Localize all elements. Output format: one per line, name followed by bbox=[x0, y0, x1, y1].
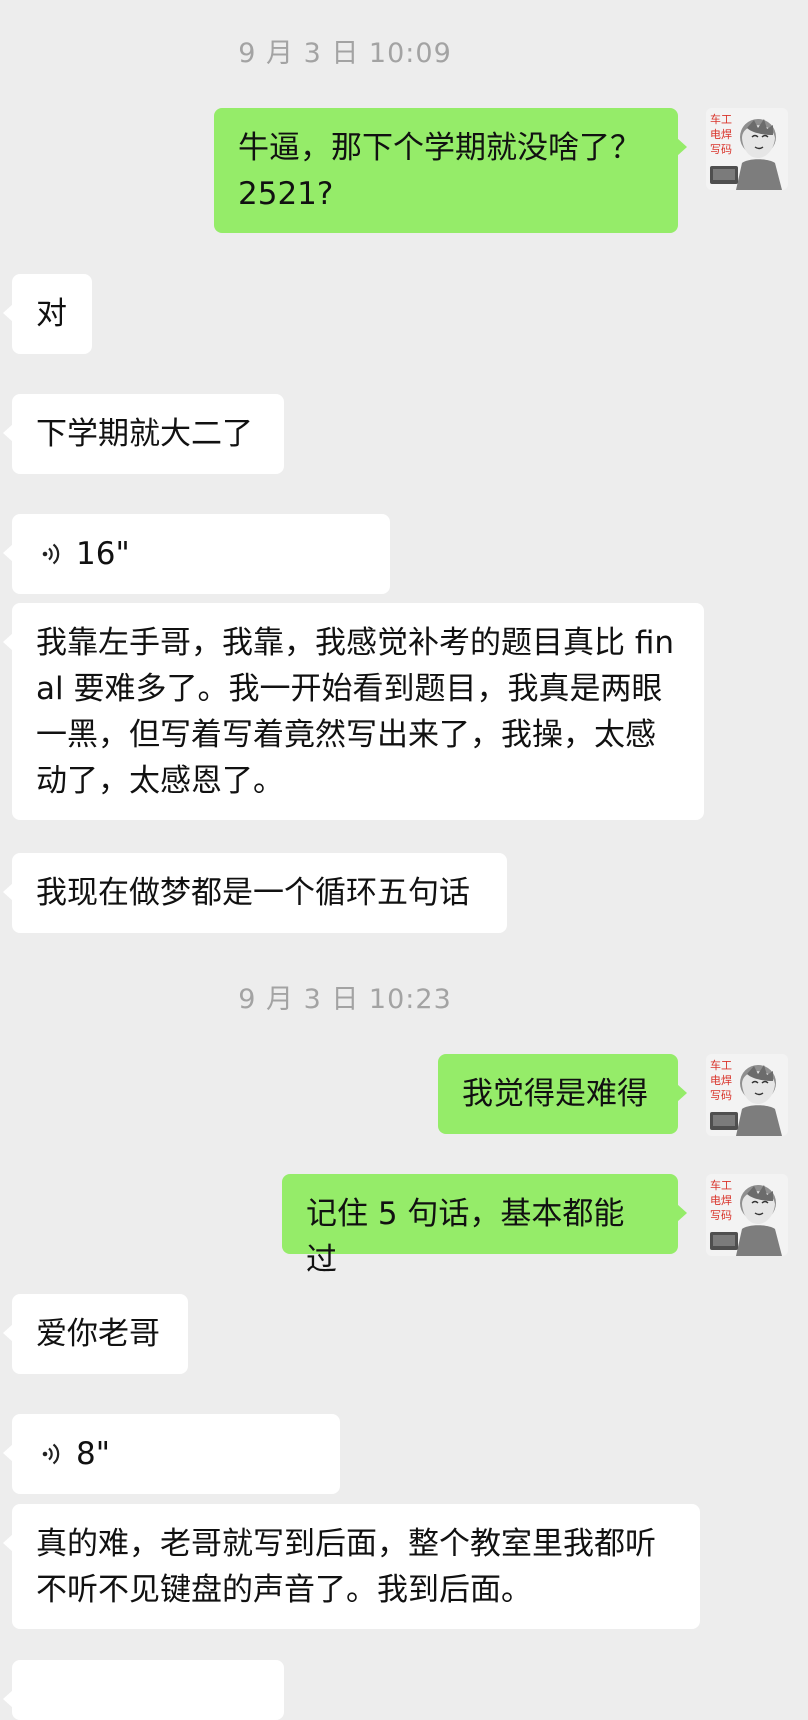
outgoing-message[interactable]: 记住 5 句话，基本都能过 bbox=[282, 1174, 687, 1278]
incoming-message[interactable]: 下学期就大二了 bbox=[3, 394, 284, 474]
incoming-message[interactable] bbox=[3, 1660, 284, 1720]
voice-waves-icon bbox=[36, 1439, 66, 1469]
cartoon-avatar-icon bbox=[706, 108, 788, 190]
outgoing-message[interactable]: 牛逼，那下个学期就没啥了？2521? bbox=[214, 108, 687, 233]
avatar[interactable] bbox=[706, 108, 788, 190]
incoming-message[interactable]: 爱你老哥 bbox=[3, 1294, 188, 1374]
avatar[interactable] bbox=[706, 1174, 788, 1256]
incoming-message[interactable]: 真的难，老哥就写到后面，整个教室里我都听不听不见键盘的声音了。我到后面。 bbox=[3, 1504, 700, 1629]
outgoing-message[interactable]: 我觉得是难得 bbox=[438, 1054, 687, 1134]
timestamp: 9 月 3 日 10:23 bbox=[238, 984, 452, 1015]
voice-duration: 8" bbox=[76, 1436, 110, 1472]
voice-waves-icon bbox=[36, 539, 66, 569]
incoming-message[interactable]: 对 bbox=[3, 274, 92, 354]
chat-window: 9 月 3 日 10:09 牛逼，那下个学期就没啥了？2521? 对 下学期就大… bbox=[0, 0, 808, 1720]
voice-message[interactable]: 8" bbox=[3, 1414, 340, 1494]
timestamp: 9 月 3 日 10:09 bbox=[238, 38, 452, 69]
voice-duration: 16" bbox=[76, 536, 130, 572]
incoming-message[interactable]: 我靠左手哥，我靠，我感觉补考的题目真比 final 要难多了。我一开始看到题目，… bbox=[3, 603, 704, 820]
voice-message[interactable]: 16" bbox=[3, 514, 390, 594]
cartoon-avatar-icon bbox=[706, 1054, 788, 1136]
avatar[interactable] bbox=[706, 1054, 788, 1136]
incoming-message[interactable]: 我现在做梦都是一个循环五句话 bbox=[3, 853, 507, 933]
cartoon-avatar-icon bbox=[706, 1174, 788, 1256]
